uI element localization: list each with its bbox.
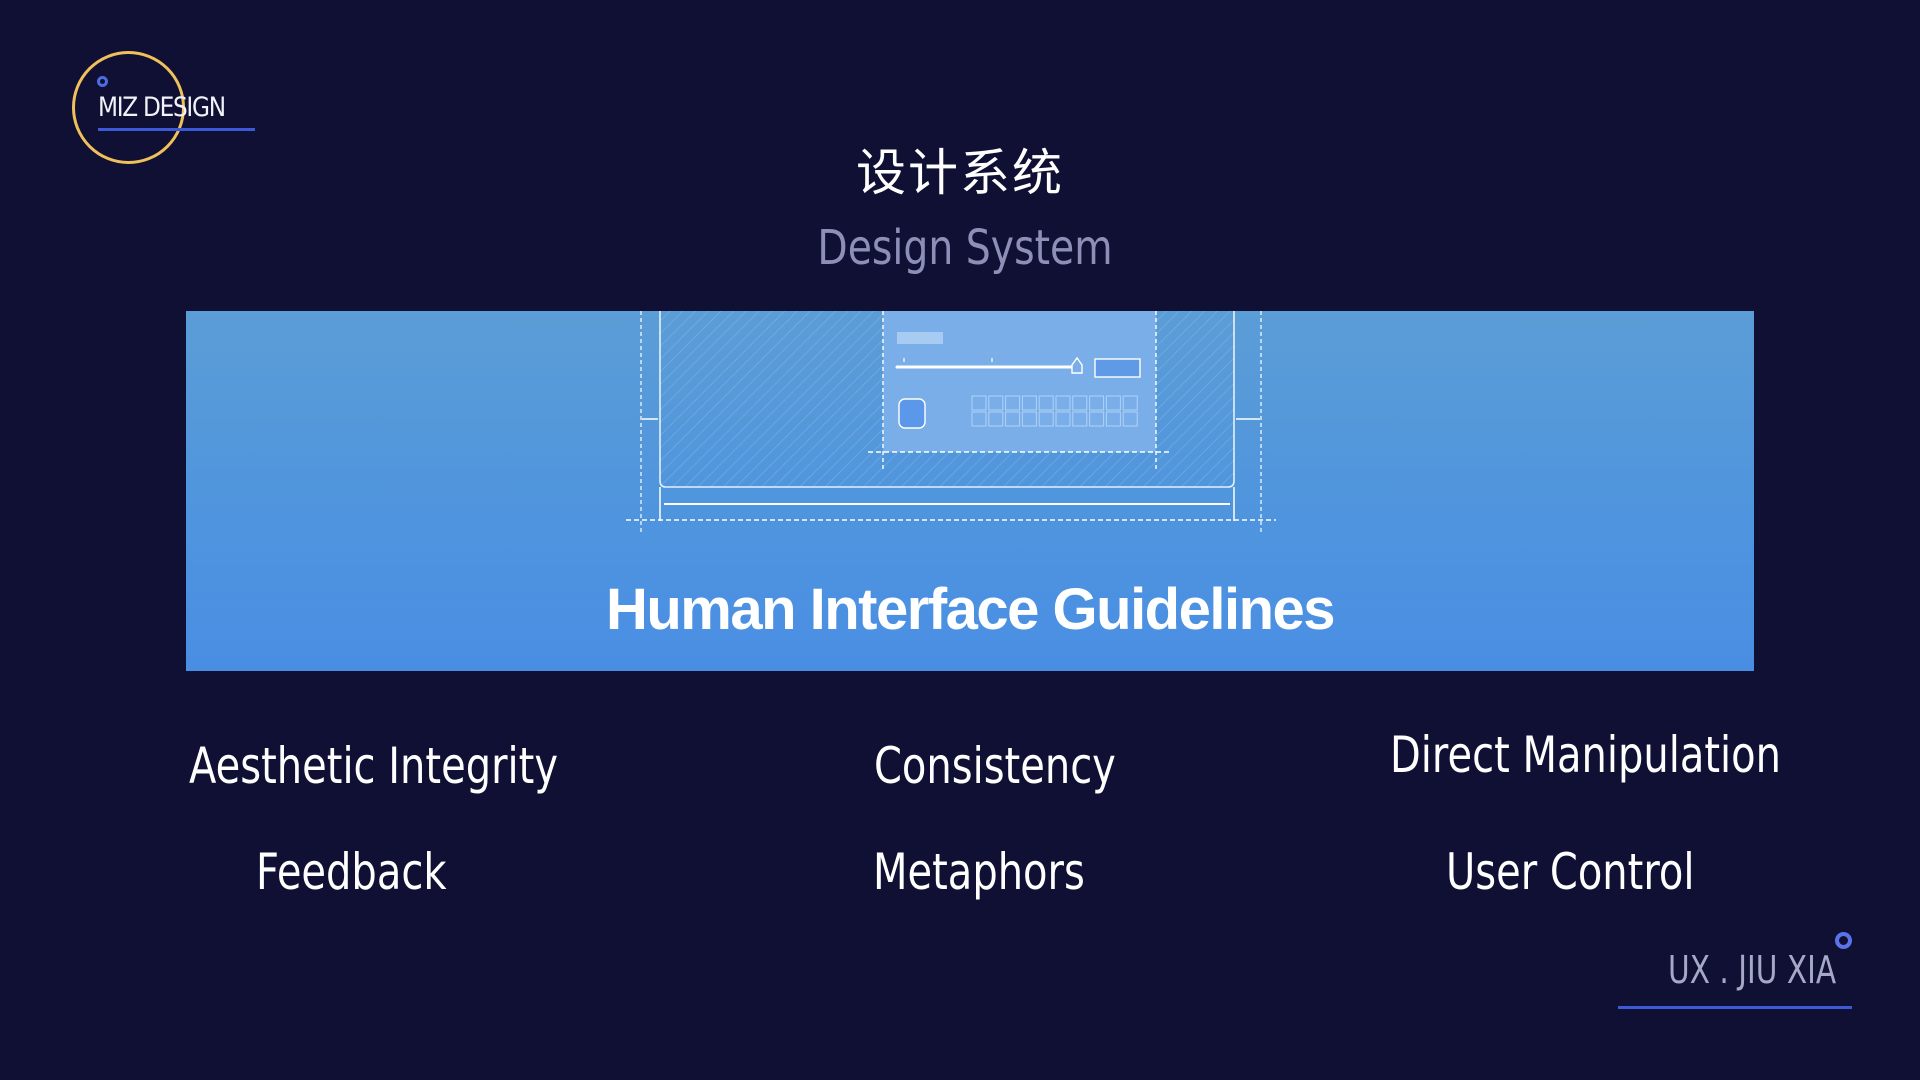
logo-text: MIZ DESIGN (98, 92, 226, 123)
principle-aesthetic-integrity: Aesthetic Integrity (189, 737, 559, 795)
banner-title: Human Interface Guidelines (605, 577, 1336, 642)
label-placeholder (897, 332, 943, 344)
page-title-chinese: 设计系统 (856, 144, 1064, 202)
hig-banner: Human Interface Guidelines (186, 311, 1754, 671)
footer-underline (1618, 1006, 1852, 1009)
principle-consistency: Consistency (874, 737, 1116, 795)
logo-dot-icon (97, 76, 108, 87)
principle-direct-manipulation: Direct Manipulation (1390, 726, 1781, 784)
principle-user-control: User Control (1446, 843, 1695, 901)
app-icon-placeholder (898, 398, 926, 429)
footer-dot-icon (1835, 932, 1852, 949)
page-subtitle-english: Design System (817, 220, 1113, 276)
principle-metaphors: Metaphors (873, 843, 1085, 901)
button-placeholder (1094, 358, 1141, 378)
principle-feedback: Feedback (256, 843, 447, 901)
logo-underline (98, 128, 255, 131)
footer-credit: UX . JIU XIA (1668, 948, 1837, 992)
inner-panel (868, 311, 1172, 469)
